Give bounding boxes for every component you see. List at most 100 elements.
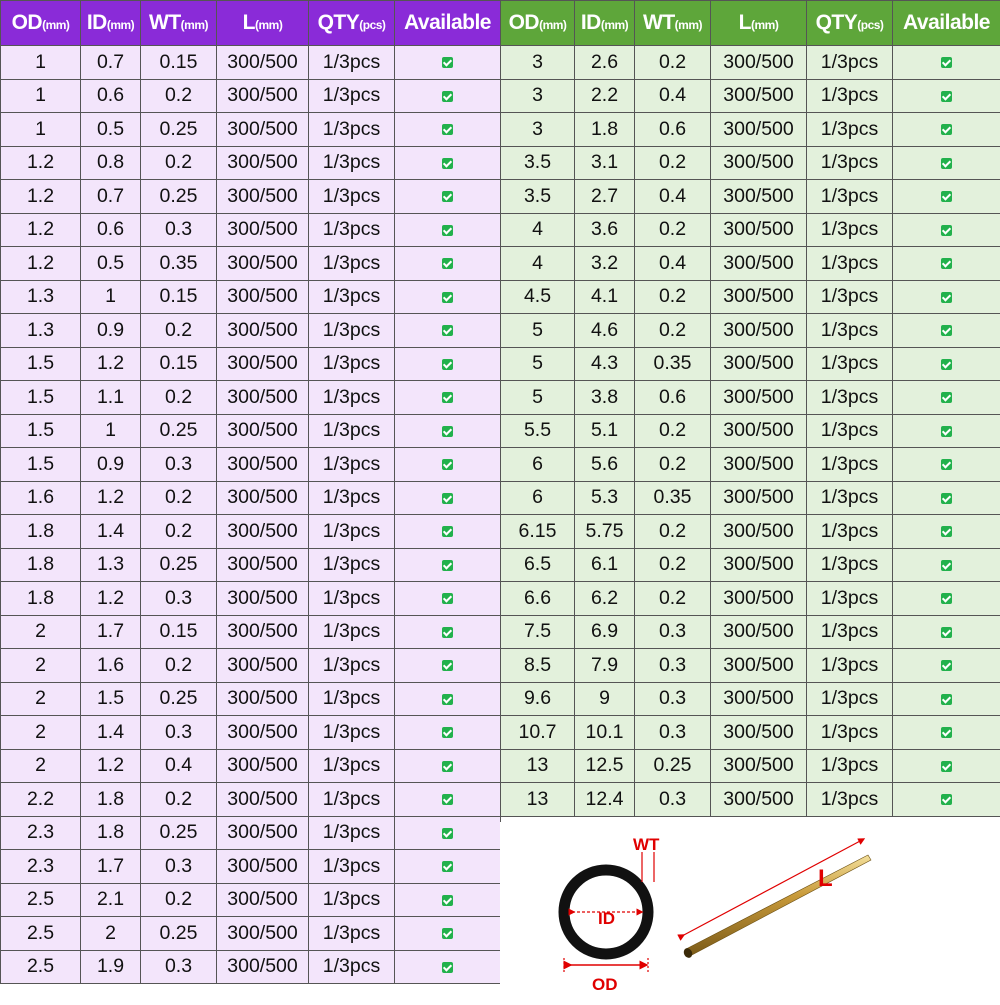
table-row: 21.50.25300/5001/3pcs: [1, 682, 501, 716]
table-cell: 300/500: [711, 783, 807, 817]
table-cell: 1/3pcs: [309, 481, 395, 515]
available-cell: [893, 548, 1000, 582]
column-header: ID(mm): [575, 1, 635, 46]
checkmark-icon: [442, 593, 453, 604]
checkmark-icon: [442, 191, 453, 202]
table-cell: 0.3: [635, 649, 711, 683]
table-cell: 3.5: [501, 146, 575, 180]
column-header: WT(mm): [635, 1, 711, 46]
table-row: 7.56.90.3300/5001/3pcs: [501, 615, 1000, 649]
available-cell: [395, 481, 501, 515]
available-cell: [395, 917, 501, 951]
table-cell: 300/500: [217, 582, 309, 616]
table-row: 2.52.10.2300/5001/3pcs: [1, 883, 501, 917]
table-cell: 1/3pcs: [807, 347, 893, 381]
spec-table-right: OD(mm)ID(mm)WT(mm)L(mm)QTY(pcs)Available…: [500, 0, 1000, 817]
table-cell: 1/3pcs: [309, 381, 395, 415]
table-cell: 0.8: [81, 146, 141, 180]
table-cell: 300/500: [217, 180, 309, 214]
available-cell: [395, 749, 501, 783]
column-header: Available: [893, 1, 1000, 46]
column-header-unit: (pcs): [359, 18, 385, 32]
column-header-label: Available: [404, 11, 491, 34]
table-cell: 300/500: [217, 46, 309, 80]
table-cell: 1.5: [1, 448, 81, 482]
table-cell: 300/500: [217, 381, 309, 415]
available-cell: [395, 247, 501, 281]
table-cell: 1/3pcs: [309, 582, 395, 616]
checkmark-icon: [941, 627, 952, 638]
table-cell: 1/3pcs: [807, 79, 893, 113]
table-cell: 300/500: [217, 347, 309, 381]
table-cell: 300/500: [217, 414, 309, 448]
table-cell: 1/3pcs: [807, 280, 893, 314]
table-cell: 1.9: [81, 950, 141, 984]
checkmark-icon: [941, 158, 952, 169]
table-cell: 0.4: [635, 180, 711, 214]
column-header-unit: (mm): [601, 18, 628, 32]
table-cell: 0.2: [635, 448, 711, 482]
table-cell: 0.2: [141, 515, 217, 549]
table-cell: 0.2: [635, 314, 711, 348]
table-cell: 1/3pcs: [309, 515, 395, 549]
table-row: 6.56.10.2300/5001/3pcs: [501, 548, 1000, 582]
available-cell: [395, 615, 501, 649]
table-row: 21.40.3300/5001/3pcs: [1, 716, 501, 750]
table-cell: 2.1: [81, 883, 141, 917]
od-label: OD: [592, 975, 618, 994]
available-cell: [893, 716, 1000, 750]
table-cell: 300/500: [711, 280, 807, 314]
column-header-label: WT: [643, 11, 675, 34]
column-header-unit: (mm): [42, 18, 69, 32]
table-cell: 0.2: [635, 280, 711, 314]
column-header-label: ID: [581, 11, 601, 34]
table-cell: 2.5: [1, 950, 81, 984]
table-cell: 1/3pcs: [807, 113, 893, 147]
table-cell: 2.7: [575, 180, 635, 214]
column-header-unit: (mm): [751, 18, 778, 32]
checkmark-icon: [941, 493, 952, 504]
available-cell: [893, 515, 1000, 549]
table-row: 21.70.15300/5001/3pcs: [1, 615, 501, 649]
checkmark-icon: [941, 57, 952, 68]
table-row: 2.31.70.3300/5001/3pcs: [1, 850, 501, 884]
table-cell: 0.7: [81, 46, 141, 80]
table-cell: 300/500: [711, 247, 807, 281]
available-cell: [395, 883, 501, 917]
table-cell: 4.1: [575, 280, 635, 314]
checkmark-icon: [442, 124, 453, 135]
available-cell: [893, 582, 1000, 616]
table-cell: 300/500: [217, 448, 309, 482]
table-cell: 0.2: [141, 79, 217, 113]
checkmark-icon: [442, 727, 453, 738]
table-row: 65.60.2300/5001/3pcs: [501, 448, 1000, 482]
table-cell: 0.3: [141, 716, 217, 750]
table-cell: 300/500: [711, 548, 807, 582]
table-cell: 1/3pcs: [807, 46, 893, 80]
checkmark-icon: [442, 158, 453, 169]
checkmark-icon: [442, 895, 453, 906]
table-cell: 1.3: [1, 280, 81, 314]
table-row: 2.51.90.3300/5001/3pcs: [1, 950, 501, 984]
available-cell: [395, 414, 501, 448]
table-cell: 6: [501, 481, 575, 515]
table-cell: 1/3pcs: [807, 716, 893, 750]
checkmark-icon: [941, 258, 952, 269]
table-cell: 300/500: [217, 113, 309, 147]
checkmark-icon: [941, 727, 952, 738]
table-cell: 2: [1, 649, 81, 683]
checkmark-icon: [442, 392, 453, 403]
table-cell: 0.35: [141, 247, 217, 281]
table-cell: 6: [501, 448, 575, 482]
table-row: 10.70.15300/5001/3pcs: [1, 46, 501, 80]
table-cell: 3.5: [501, 180, 575, 214]
table-cell: 6.9: [575, 615, 635, 649]
table-cell: 0.25: [141, 816, 217, 850]
checkmark-icon: [442, 627, 453, 638]
table-cell: 9: [575, 682, 635, 716]
table-cell: 10.7: [501, 716, 575, 750]
table-cell: 1.8: [1, 582, 81, 616]
table-cell: 13: [501, 783, 575, 817]
checkmark-icon: [941, 694, 952, 705]
table-cell: 6.15: [501, 515, 575, 549]
